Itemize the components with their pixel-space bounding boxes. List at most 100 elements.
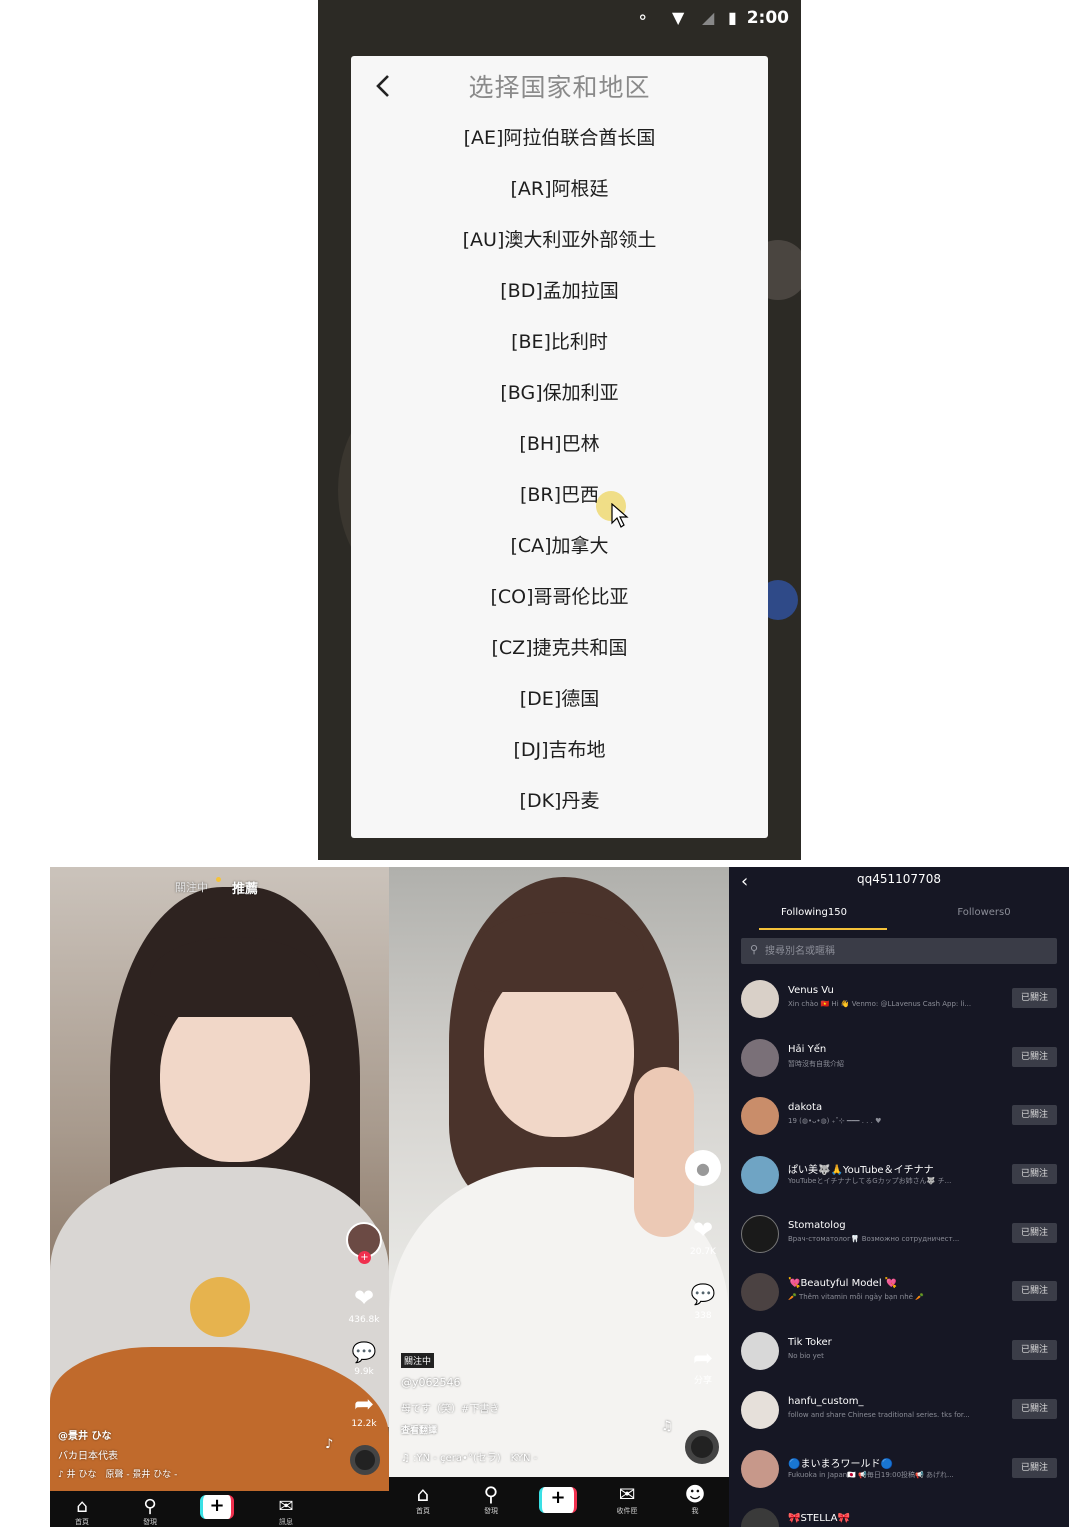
nav-home[interactable]: ⌂ 首頁 [70, 1496, 94, 1527]
user-name: hanfu_custom_ [788, 1395, 864, 1407]
feed-tab-recommended[interactable]: 推薦 [232, 878, 258, 897]
search-icon: ⚲ [483, 1482, 499, 1506]
video-frame [474, 912, 644, 992]
list-item[interactable]: Stomatolog Врач-стоматолог🦷 Возможно сот… [729, 1203, 1069, 1262]
country-item[interactable]: [BG]保加利亚 [351, 368, 768, 419]
user-bio: Fukuoka in Japan🇯🇵 📢毎日19:00投稿📢 あげれ... [788, 1470, 954, 1479]
following-button[interactable]: 已關注 [1012, 1222, 1057, 1243]
nav-home[interactable]: ⌂ 首頁 [411, 1482, 435, 1516]
search-input[interactable] [765, 942, 1045, 960]
avatar[interactable] [741, 1038, 779, 1077]
comment-count: 9.9k [354, 1367, 374, 1377]
search-bar: ⚲ [741, 938, 1057, 964]
avatar[interactable] [741, 1390, 779, 1429]
country-item[interactable]: [AR]阿根廷 [351, 164, 768, 215]
notification-dot [216, 877, 221, 882]
list-item[interactable]: 🔵まいまろワールド🔵 Fukuoka in Japan🇯🇵 📢毎日19:00投稿… [729, 1438, 1069, 1497]
list-item[interactable]: Venus Vu Xin chào 🇻🇳 Hi 👋 Venmo: @LLaven… [729, 968, 1069, 1027]
user-name: dakota [788, 1102, 823, 1114]
following-button[interactable]: 已關注 [1012, 1281, 1057, 1302]
list-item[interactable]: ぱい美🐺🙏YouTube＆イチナナ YouTubeとイチナナしてるGカップお姉さ… [729, 1144, 1069, 1203]
list-item[interactable]: Hải Yến 暂時沒有自我介紹 已關注 [729, 1027, 1069, 1086]
create-video-button[interactable]: + [539, 1487, 577, 1513]
list-item[interactable]: 💘Beautyful Model 💘 🥕 Thêm vitamin mỗi ng… [729, 1261, 1069, 1320]
video-feed-panel-2: ● ❤ 20.7K 💬 338 ➦ 分享 ♫ 關注中 @y062546 母です（… [389, 867, 729, 1527]
screenshot-canvas: ⚬ ▼ ◢ ▮ 2:00 选择国家和地区 [AE]阿拉伯联合酋长国 [AR]阿根… [0, 0, 1080, 1527]
music-note-icon: ♫ [661, 1419, 673, 1434]
country-item[interactable]: [CZ]捷克共和国 [351, 623, 768, 674]
home-icon: ⌂ [416, 1482, 430, 1506]
avatar[interactable] [741, 980, 779, 1018]
country-item[interactable]: [DE]德国 [351, 674, 768, 725]
nav-inbox-label: 收件匣 [616, 1507, 638, 1515]
comment-icon[interactable]: 💬 [349, 1337, 379, 1367]
following-button[interactable]: 已關注 [1012, 1046, 1057, 1067]
tab-following[interactable]: Following150 [729, 907, 899, 918]
nav-profile[interactable]: ☻ 我 [683, 1482, 707, 1516]
music-disc-icon[interactable] [350, 1445, 380, 1475]
avatar[interactable] [741, 1097, 779, 1136]
follow-plus-icon[interactable]: + [358, 1251, 371, 1264]
avatar[interactable] [741, 1273, 779, 1312]
video-caption: 母です（笑）#下書き [401, 1404, 500, 1415]
nav-discover[interactable]: ⚲ 發現 [138, 1496, 162, 1527]
video-author[interactable]: @y062546 [401, 1376, 461, 1389]
message-icon: ✉ [278, 1496, 294, 1517]
music-disc-icon[interactable] [685, 1430, 719, 1464]
video-author[interactable]: @景井 ひな [58, 1427, 111, 1442]
country-item[interactable]: [DJ]吉布地 [351, 725, 768, 776]
following-button[interactable]: 已關注 [1012, 988, 1057, 1008]
avatar[interactable] [741, 1449, 779, 1488]
country-item[interactable]: [AU]澳大利亚外部领土 [351, 215, 768, 266]
user-bio: No bio yet [788, 1352, 824, 1361]
share-count: 12.2k [351, 1419, 377, 1429]
following-button[interactable]: 已關注 [1012, 1398, 1057, 1419]
share-icon[interactable]: ➦ [349, 1389, 379, 1419]
avatar[interactable] [741, 1156, 779, 1195]
user-name: 🎀STELLA🎀 [788, 1513, 850, 1525]
following-badge: 關注中 [401, 1353, 435, 1368]
tab-followers[interactable]: Followers0 [899, 907, 1069, 918]
create-video-button[interactable]: + [200, 1495, 234, 1519]
list-item[interactable]: Tik Toker No bio yet 已關注 [729, 1320, 1069, 1379]
profile-icon: ☻ [684, 1482, 706, 1506]
avatar[interactable] [741, 1332, 779, 1371]
share-icon[interactable]: ➦ [688, 1343, 718, 1373]
country-item[interactable]: [CA]加拿大 [351, 521, 768, 572]
country-item[interactable]: [CO]哥哥伦比亚 [351, 572, 768, 623]
translate-link[interactable]: 查看翻譯 [401, 1423, 437, 1436]
user-name: Hải Yến [788, 1043, 827, 1055]
feed-tab-following[interactable]: 關注中 [175, 879, 208, 895]
nav-messages[interactable]: ✉ 訊息 [274, 1496, 298, 1527]
user-name: Tik Toker [788, 1337, 832, 1349]
nav-inbox[interactable]: ✉ 收件匣 [613, 1482, 641, 1516]
country-item[interactable]: [DK]丹麦 [351, 776, 768, 827]
nav-discover[interactable]: ⚲ 發現 [479, 1482, 503, 1516]
list-item[interactable]: 🎀STELLA🎀 [729, 1496, 1069, 1527]
following-button[interactable]: 已關注 [1012, 1340, 1057, 1361]
following-button[interactable]: 已關注 [1012, 1164, 1057, 1185]
video-frame [150, 937, 320, 1017]
user-bio: 19 (◍•ᴗ•◍) ₊˚⊹ ━━━ . . . ♥ [788, 1117, 882, 1126]
country-item[interactable]: [BR]巴西 [351, 470, 768, 521]
heart-icon[interactable]: ❤ [688, 1215, 718, 1245]
heart-icon[interactable]: ❤ [349, 1283, 379, 1313]
country-item[interactable]: [BH]巴林 [351, 419, 768, 470]
avatar[interactable] [741, 1508, 779, 1527]
country-item[interactable]: [AE]阿拉伯联合酋长国 [351, 113, 768, 164]
following-button[interactable]: 已關注 [1012, 1105, 1057, 1126]
effect-icon[interactable]: ● [685, 1150, 721, 1186]
list-item[interactable]: hanfu_custom_ follow and share Chinese t… [729, 1379, 1069, 1438]
country-item[interactable]: [BD]孟加拉国 [351, 266, 768, 317]
following-button[interactable]: 已關注 [1012, 1457, 1057, 1478]
avatar[interactable] [741, 1214, 779, 1253]
list-item[interactable]: dakota 19 (◍•ᴗ•◍) ₊˚⊹ ━━━ . . . ♥ 已關注 [729, 1085, 1069, 1144]
music-title[interactable]: ♪ 井 ひな 原聲 - 景井 ひな - [58, 1467, 177, 1480]
comment-icon[interactable]: 💬 [688, 1279, 718, 1309]
music-title[interactable]: ♫ :YN - çera•°(セラ) KYN - [401, 1449, 537, 1464]
user-name: Venus Vu [788, 985, 834, 996]
country-item[interactable]: [BE]比利时 [351, 317, 768, 368]
user-bio: follow and share Chinese traditional ser… [788, 1410, 970, 1419]
nav-home-label: 首頁 [75, 1518, 89, 1526]
like-count: 20.7K [690, 1247, 716, 1257]
